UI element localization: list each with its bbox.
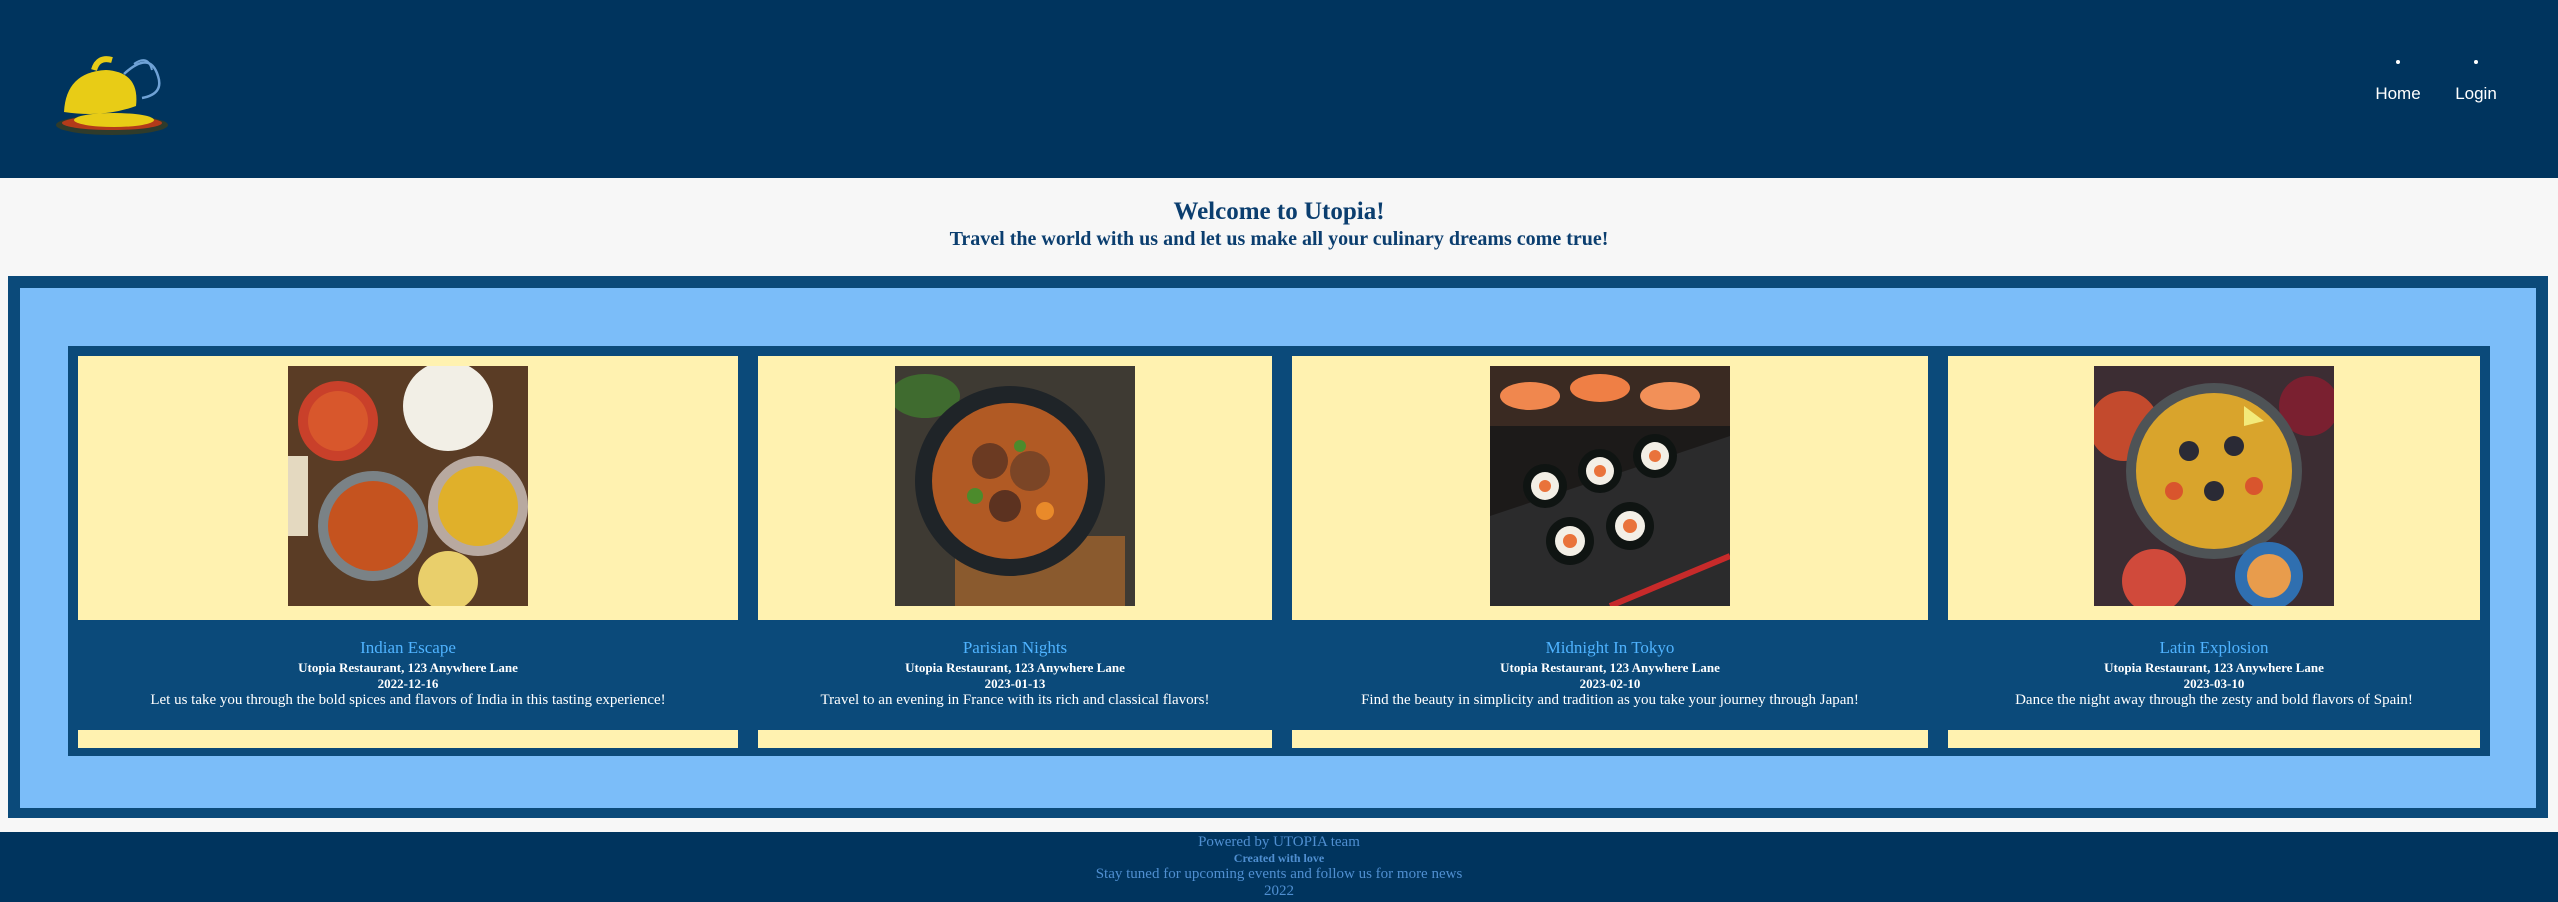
event-location: Utopia Restaurant, 123 Anywhere Lane (905, 660, 1125, 675)
nav-login-label[interactable]: Login (2455, 84, 2497, 103)
welcome-section: Welcome to Utopia! Travel the world with… (0, 178, 2558, 276)
event-title[interactable]: Indian Escape (78, 638, 738, 658)
footer-love: Created with love (1233, 851, 1325, 865)
event-description: Find the beauty in simplicity and tradit… (1361, 692, 1859, 708)
event-location: Utopia Restaurant, 123 Anywhere Lane (1500, 660, 1720, 675)
welcome-title: Welcome to Utopia! (1173, 198, 1385, 225)
event-card-indian[interactable]: Indian Escape Utopia Restaurant, 123 Any… (78, 356, 738, 748)
event-description: Travel to an evening in France with its … (820, 692, 1210, 708)
event-location: Utopia Restaurant, 123 Anywhere Lane (298, 660, 518, 675)
footer-stay-tuned: Stay tuned for upcoming events and follo… (1095, 866, 1463, 882)
event-title[interactable]: Latin Explosion (1948, 638, 2480, 658)
bullet-icon (2396, 60, 2400, 64)
nav-home-label[interactable]: Home (2375, 84, 2420, 103)
event-image-box (758, 356, 1272, 620)
event-date: 2023-01-13 (984, 676, 1046, 691)
event-location: Utopia Restaurant, 123 Anywhere Lane (2104, 660, 2324, 675)
event-card-footer (1292, 730, 1928, 748)
event-title[interactable]: Parisian Nights (758, 638, 1272, 658)
utopia-logo[interactable] (54, 48, 176, 140)
paella-image (2094, 366, 2334, 606)
site-footer: Powered by UTOPIA team Created with love… (0, 832, 2558, 902)
event-date: 2022-12-16 (377, 676, 439, 691)
nav-login[interactable]: Login (2436, 50, 2516, 104)
event-card-footer (1948, 730, 2480, 748)
french-stew-image (895, 366, 1135, 606)
event-description: Let us take you through the bold spices … (150, 692, 666, 708)
event-image-box (78, 356, 738, 620)
sushi-image (1490, 366, 1730, 606)
event-title[interactable]: Midnight In Tokyo (1292, 638, 1928, 658)
site-header: Home Login (0, 0, 2558, 178)
event-card-footer (78, 730, 738, 748)
event-image-box (1948, 356, 2480, 620)
bullet-icon (2474, 60, 2478, 64)
event-card-latin[interactable]: Latin Explosion Utopia Restaurant, 123 A… (1948, 356, 2480, 748)
event-card-footer (758, 730, 1272, 748)
footer-year: 2022 (1264, 883, 1294, 899)
event-card-parisian[interactable]: Parisian Nights Utopia Restaurant, 123 A… (758, 356, 1272, 748)
welcome-subtitle: Travel the world with us and let us make… (949, 228, 1609, 250)
event-image-box (1292, 356, 1928, 620)
nav-home[interactable]: Home (2358, 50, 2438, 104)
event-description: Dance the night away through the zesty a… (2015, 692, 2413, 708)
main-nav: Home Login (2358, 50, 2558, 110)
event-date: 2023-02-10 (1579, 676, 1641, 691)
event-card-tokyo[interactable]: Midnight In Tokyo Utopia Restaurant, 123… (1292, 356, 1928, 748)
footer-powered: Powered by UTOPIA team (1198, 834, 1360, 850)
event-date: 2023-03-10 (2183, 676, 2245, 691)
indian-food-image (288, 366, 528, 606)
